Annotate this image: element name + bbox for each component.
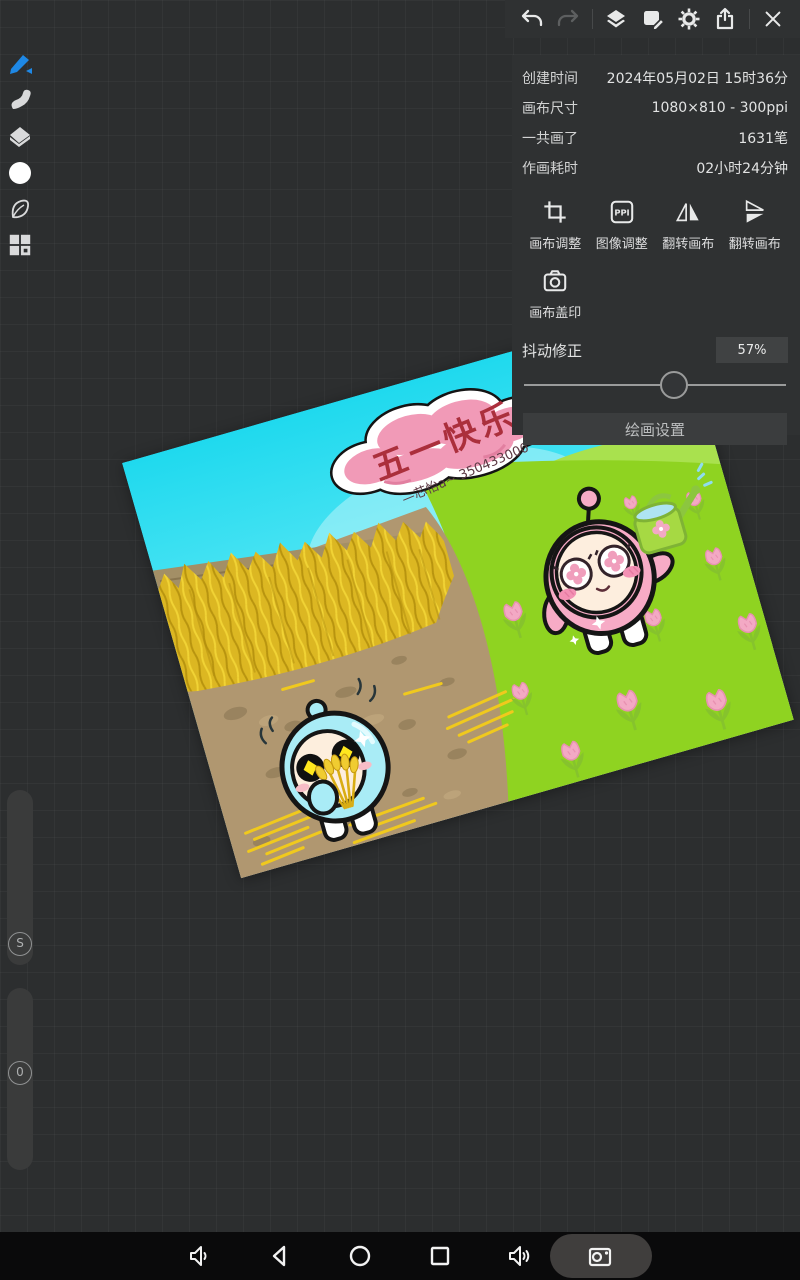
opacity-slider-knob[interactable]: 0 [8, 1061, 32, 1085]
canvas-adjust-button[interactable]: 画布调整 [522, 197, 589, 252]
volume-down-button[interactable] [176, 1232, 224, 1280]
info-label: 画布尺寸 [522, 98, 578, 118]
save-export-icon [641, 7, 665, 31]
toolbar-divider [749, 9, 750, 29]
close-button[interactable] [760, 6, 786, 32]
color-circle-icon [7, 160, 33, 186]
info-row-duration: 作画耗时 02小时24分钟 [522, 153, 788, 183]
settings-button-toolbar[interactable] [676, 6, 702, 32]
brush-icon [7, 52, 33, 78]
flip-horizontal-icon [673, 197, 703, 227]
layers-button[interactable] [603, 6, 629, 32]
svg-text:PPI: PPI [614, 208, 629, 218]
canvas-stamp-button[interactable]: 画布盖印 [522, 266, 589, 321]
android-navbar [0, 1232, 800, 1280]
flip-canvas-horizontal-button[interactable]: 翻转画布 [655, 197, 722, 252]
drawing-settings-button[interactable]: 绘画设置 [523, 413, 787, 445]
undo-icon [520, 7, 544, 31]
slider-handle[interactable] [660, 371, 688, 399]
info-value: 02小时24分钟 [696, 158, 788, 178]
brush-tool-button[interactable] [5, 52, 35, 78]
app-stage: 五一快乐 —芯怡a~ 350433000 [0, 0, 800, 1280]
recent-apps-button[interactable] [416, 1232, 464, 1280]
home-button[interactable] [336, 1232, 384, 1280]
share-button[interactable] [712, 6, 738, 32]
volume-up-icon [507, 1243, 533, 1269]
home-icon [347, 1243, 373, 1269]
info-label: 作画耗时 [522, 158, 578, 178]
info-value: 1080×810 - 300ppi [652, 100, 788, 116]
jitter-section: 抖动修正 57% [522, 337, 788, 399]
layers-grid-button[interactable] [5, 232, 35, 258]
color-swatch-button[interactable] [5, 160, 35, 186]
flip-canvas-vertical-button[interactable]: 翻转画布 [722, 197, 789, 252]
info-row-strokes: 一共画了 1631笔 [522, 123, 788, 153]
info-value: 2024年05月02日 15时36分 [607, 68, 788, 88]
layers-icon [604, 7, 628, 31]
crop-icon [540, 197, 570, 227]
brush-size-slider[interactable]: S [7, 790, 33, 965]
save-export-button[interactable] [640, 6, 666, 32]
size-slider-knob[interactable]: S [8, 932, 32, 956]
volume-down-icon [187, 1243, 213, 1269]
leaf-tool-button[interactable] [5, 196, 35, 222]
smudge-tool-button[interactable] [5, 88, 35, 114]
screenshot-camera-icon [586, 1243, 616, 1269]
redo-icon [556, 7, 580, 31]
jitter-label: 抖动修正 [522, 340, 582, 361]
panel-actions: 画布调整 PPI 图像调整 翻转画布 [522, 197, 788, 321]
info-value: 1631笔 [738, 128, 788, 148]
top-toolbar [505, 0, 800, 38]
recent-apps-icon [427, 1243, 453, 1269]
toolbar-divider [592, 9, 593, 29]
canvas-settings-panel: 创建时间 2024年05月02日 15时36分 画布尺寸 1080×810 - … [512, 55, 800, 435]
brush-opacity-slider[interactable]: 0 [7, 988, 33, 1170]
back-button[interactable] [256, 1232, 304, 1280]
eraser-tool-button[interactable] [5, 124, 35, 150]
screenshot-button[interactable] [550, 1234, 652, 1278]
redo-button[interactable] [555, 6, 581, 32]
info-label: 一共画了 [522, 128, 578, 148]
undo-button[interactable] [519, 6, 545, 32]
close-icon [762, 8, 784, 30]
image-adjust-button[interactable]: PPI 图像调整 [589, 197, 656, 252]
ppi-icon: PPI [607, 197, 637, 227]
leaf-icon [7, 196, 33, 222]
left-toolbar [0, 52, 40, 258]
layers-grid-icon [7, 232, 33, 258]
info-label: 创建时间 [522, 68, 578, 88]
flip-vertical-icon [740, 197, 770, 227]
gear-icon [677, 7, 701, 31]
jitter-value-box: 57% [716, 337, 788, 363]
volume-up-button[interactable] [496, 1232, 544, 1280]
slider-track [524, 384, 786, 386]
eraser-icon [7, 124, 33, 150]
camera-stamp-icon [540, 266, 570, 296]
share-icon [713, 7, 737, 31]
jitter-slider[interactable] [522, 371, 788, 399]
smudge-icon [7, 88, 33, 114]
info-row-size: 画布尺寸 1080×810 - 300ppi [522, 93, 788, 123]
info-row-created: 创建时间 2024年05月02日 15时36分 [522, 63, 788, 93]
back-icon [267, 1243, 293, 1269]
